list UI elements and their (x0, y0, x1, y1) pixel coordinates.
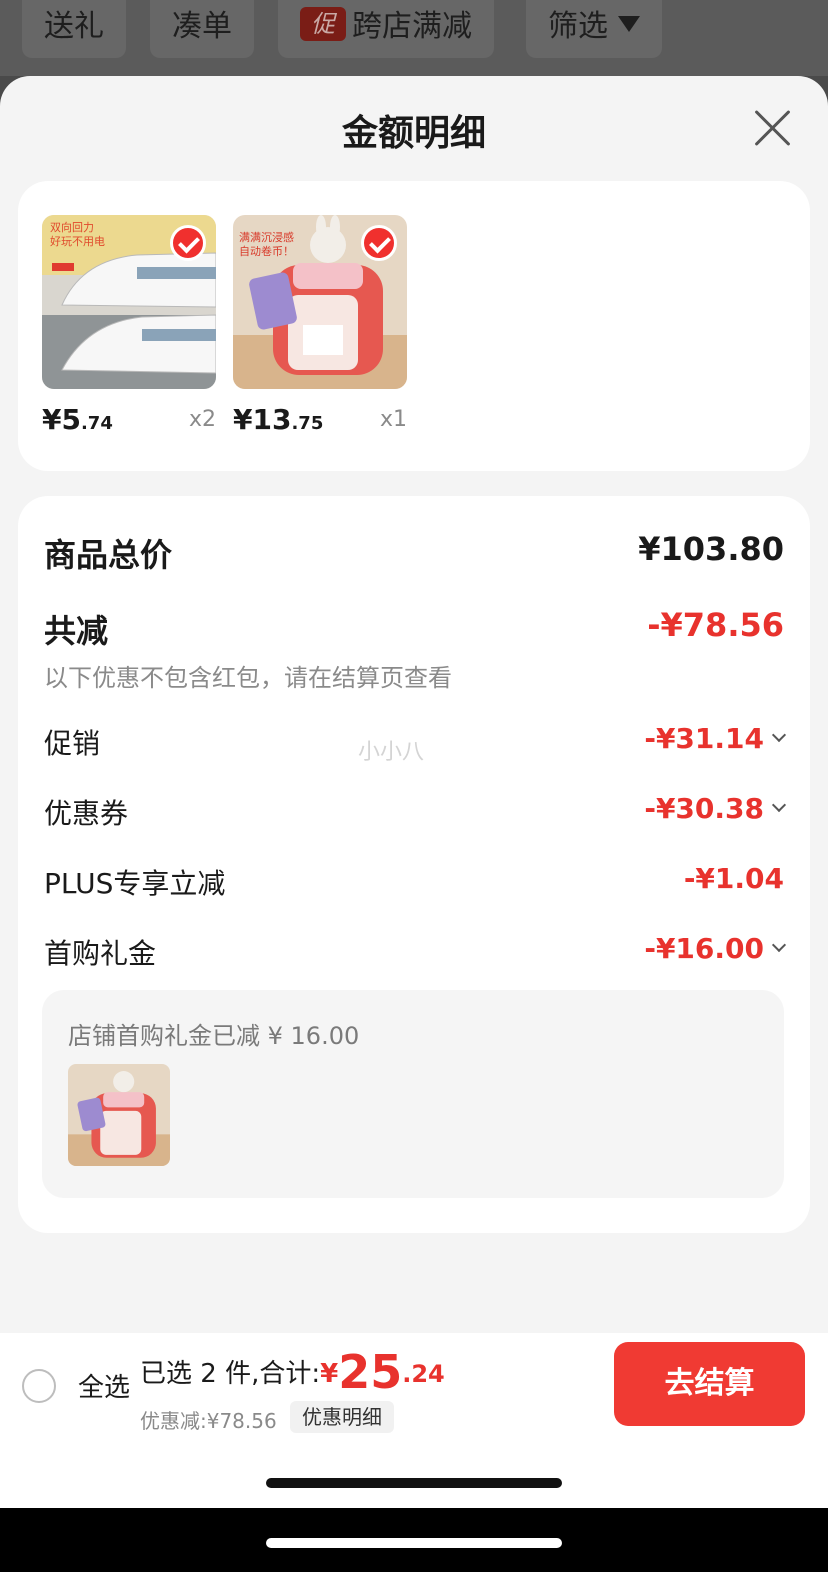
select-all-label[interactable]: 全选 (78, 1367, 130, 1404)
filter-cross-store[interactable]: 促跨店满减 (278, 0, 494, 58)
selected-check-icon[interactable] (361, 225, 397, 261)
discount-row-first-purchase[interactable]: 首购礼金 -¥16.00 (44, 932, 787, 978)
piggy-bank-thumb (68, 1064, 170, 1166)
discount-row-coupon[interactable]: 优惠券 -¥30.38 (44, 792, 787, 838)
home-indicator (266, 1478, 562, 1488)
funnel-icon (618, 16, 640, 32)
total-value: ¥103.80 (638, 530, 784, 568)
total-row: 商品总价 ¥103.80 (44, 530, 784, 576)
filter-button[interactable]: 筛选 (526, 0, 662, 58)
gift-text: 店铺首购礼金已减 ¥ 16.00 (68, 1022, 360, 1050)
checkout-button[interactable]: 去结算 (614, 1342, 805, 1426)
sheet-title: 金额明细 (341, 113, 486, 154)
checkout-bar: 全选 已选 2 件,合计:¥25.24 优惠减:¥78.56 优惠明细 去结算 (0, 1333, 828, 1508)
chevron-down-icon[interactable] (771, 797, 787, 813)
product-qty: x2 (188, 407, 216, 432)
promo-badge: 促 (300, 7, 346, 41)
reduce-value: -¥78.56 (647, 606, 784, 644)
selected-check-icon[interactable] (170, 225, 206, 261)
order-summary: 已选 2 件,合计:¥25.24 (140, 1345, 445, 1399)
total-label: 商品总价 (44, 536, 173, 574)
product-item[interactable]: 满满沉浸感 自动卷币！ ¥13.75 x1 (233, 215, 407, 443)
amount-detail-card: 商品总价 ¥103.80 共减 -¥78.56 以下优惠不包含红包，请在结算页查… (18, 496, 810, 1233)
filter-bar: 送礼 凑单 促跨店满减 筛选 (0, 0, 828, 76)
amount-detail-sheet: 金额明细 双向回力 好玩不用电 ¥5.74 x2 满满沉浸感 自动卷币！ ¥13… (0, 76, 828, 1508)
discount-detail-link[interactable]: 优惠明细 (290, 1401, 394, 1433)
product-price: ¥5.74 (42, 403, 113, 436)
reduce-row: 共减 -¥78.56 (44, 606, 784, 652)
train-image-text: 双向回力 (50, 220, 94, 234)
reduce-note: 以下优惠不包含红包，请在结算页查看 (44, 664, 452, 692)
product-item[interactable]: 双向回力 好玩不用电 ¥5.74 x2 (42, 215, 216, 443)
gift-product-image[interactable] (68, 1064, 170, 1166)
reduce-label: 共减 (44, 612, 109, 650)
product-price: ¥13.75 (233, 403, 324, 436)
close-icon[interactable] (752, 108, 792, 148)
products-card: 双向回力 好玩不用电 ¥5.74 x2 满满沉浸感 自动卷币！ ¥13.75 x… (18, 181, 810, 471)
filter-bundle[interactable]: 凑单 (150, 0, 254, 58)
home-indicator (266, 1538, 562, 1548)
svg-text:满满沉浸感: 满满沉浸感 (239, 231, 294, 244)
saved-amount: 优惠减:¥78.56 (140, 1409, 277, 1433)
bottom-letterbox (0, 1508, 828, 1572)
product-image-piggy-bank[interactable]: 满满沉浸感 自动卷币！ (233, 215, 407, 389)
product-image-train[interactable]: 双向回力 好玩不用电 (42, 215, 216, 389)
select-all-radio[interactable] (22, 1369, 56, 1403)
first-purchase-gift-box: 店铺首购礼金已减 ¥ 16.00 (42, 990, 784, 1198)
discount-row-promotion[interactable]: 促销 -¥31.14 (44, 722, 787, 768)
svg-text:好玩不用电: 好玩不用电 (50, 234, 105, 248)
chevron-down-icon[interactable] (771, 937, 787, 953)
filter-gift[interactable]: 送礼 (22, 0, 126, 58)
svg-text:自动卷币！: 自动卷币！ (239, 244, 294, 258)
chevron-down-icon[interactable] (771, 727, 787, 743)
product-qty: x1 (379, 407, 407, 432)
total-amount: 25 (338, 1345, 403, 1399)
discount-row-plus: PLUS专享立减 -¥1.04 (44, 862, 784, 900)
